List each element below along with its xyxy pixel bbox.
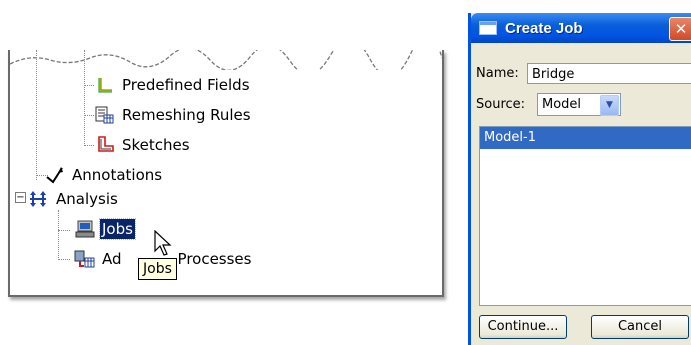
tree-connector (58, 259, 70, 260)
continue-button[interactable]: Continue... (479, 315, 567, 339)
tree-item-analysis[interactable]: Analysis (28, 188, 120, 210)
tree-connector (36, 50, 37, 180)
collapse-glyph: − (16, 192, 25, 203)
annotations-icon (44, 165, 66, 185)
tree-connector (84, 115, 94, 116)
jobs-icon (74, 219, 96, 239)
tree-connector (84, 145, 94, 146)
predefined-fields-icon (94, 75, 116, 95)
list-item-model-1[interactable]: Model-1 (480, 127, 691, 149)
name-input[interactable]: Bridge (527, 63, 691, 84)
model-list[interactable]: Model-1 (479, 126, 691, 306)
sketches-icon (94, 135, 116, 155)
tree-item-label: Sketches (122, 136, 190, 154)
chevron-down-icon[interactable]: ▼ (600, 95, 619, 116)
window-icon (479, 21, 497, 35)
source-select[interactable]: Model ▼ (537, 93, 621, 116)
tree-item-label: Remeshing Rules (122, 106, 251, 124)
tree-connector (84, 85, 94, 86)
source-label: Source: (476, 97, 526, 112)
dialog-title: Create Job (505, 19, 583, 37)
tree-item-label: Predefined Fields (122, 76, 250, 94)
tree-item-annotations[interactable]: Annotations (44, 164, 164, 186)
tree-item-jobs[interactable]: Jobs (74, 218, 136, 240)
dialog-titlebar[interactable]: Create Job ✕ (471, 13, 691, 43)
tree-item-sketches[interactable]: Sketches (94, 134, 192, 156)
adaptivity-processes-icon (74, 249, 96, 269)
tree-item-predefined-fields[interactable]: Predefined Fields (94, 74, 252, 96)
tooltip: Jobs (138, 258, 177, 280)
collapse-toggle[interactable]: − (15, 192, 26, 203)
tree-connector (84, 50, 85, 146)
close-button[interactable]: ✕ (669, 17, 691, 41)
tree-item-label: Jobs (99, 218, 136, 240)
create-job-dialog: Create Job ✕ Name: Bridge Source: Model … (468, 13, 691, 345)
tree-connector (58, 230, 70, 231)
tree-item-label: Annotations (72, 166, 163, 184)
tree-item-label-suffix: Processes (177, 250, 252, 268)
name-label: Name: (476, 66, 519, 81)
tree-item-remeshing-rules[interactable]: Remeshing Rules (94, 104, 253, 126)
tree-connector (58, 210, 59, 260)
source-select-value: Model (542, 97, 582, 112)
model-tree-panel: Predefined Fields Remeshing Rules Sketch… (8, 50, 444, 297)
analysis-icon (28, 189, 50, 209)
mouse-cursor-icon (154, 230, 172, 256)
close-icon: ✕ (674, 20, 688, 38)
remeshing-rules-icon (94, 105, 116, 125)
tree-item-label: Ad (102, 250, 122, 268)
tree-item-label: Analysis (56, 190, 118, 208)
cancel-button[interactable]: Cancel (591, 315, 689, 339)
torn-edge (10, 50, 442, 70)
